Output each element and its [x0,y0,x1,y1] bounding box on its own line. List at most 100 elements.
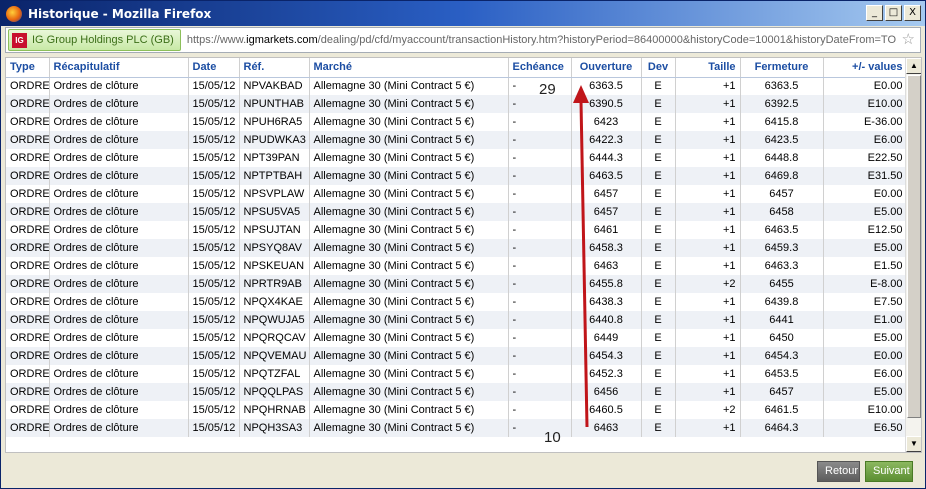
cell-market: Allemagne 30 (Mini Contract 5 €) [309,383,509,401]
cell-date: 15/05/12 [188,113,240,131]
cell-currency: E [641,347,676,365]
cell-market: Allemagne 30 (Mini Contract 5 €) [309,95,509,113]
scroll-down-icon[interactable]: ▼ [906,436,921,452]
header-expiry[interactable]: Echéance [508,58,572,78]
bookmark-star-icon[interactable]: ☆ [902,30,915,48]
cell-pnl: E0.00 [823,77,908,95]
cell-ref: NPQH3SA3 [239,419,310,437]
cell-pnl: E1.50 [823,257,908,275]
cell-pnl: E0.00 [823,347,908,365]
cell-pnl: E7.50 [823,293,908,311]
site-identity-button[interactable]: IG IG Group Holdings PLC (GB) [8,29,181,51]
address-bar[interactable]: IG IG Group Holdings PLC (GB) https://ww… [5,27,921,53]
cell-expiry: - [508,401,572,419]
title-bar: Historique - Mozilla Firefox _ □ X [1,1,925,26]
cell-opening: 6460.5 [571,401,642,419]
header-closing[interactable]: Fermeture [740,58,824,78]
header-summary[interactable]: Récapitulatif [49,58,189,78]
vertical-scrollbar[interactable]: ▲ ▼ [905,58,921,452]
header-ref[interactable]: Réf. [239,58,310,78]
table-row: ORDRE Ordres de clôture 15/05/12 NPQQLPAS Al… [6,383,908,401]
cell-ref: NPSVPLAW [239,185,310,203]
cell-closing: 6464.3 [740,419,824,437]
header-date[interactable]: Date [188,58,240,78]
cell-closing: 6439.8 [740,293,824,311]
firefox-icon [6,5,22,22]
header-market[interactable]: Marché [309,58,509,78]
cell-ref: NPQTZFAL [239,365,310,383]
cell-pnl: E1.00 [823,311,908,329]
cell-type: ORDRE [6,365,50,383]
cell-closing: 6392.5 [740,95,824,113]
cell-closing: 6423.5 [740,131,824,149]
url-text[interactable]: https://www.igmarkets.com/dealing/pd/cfd… [187,34,905,46]
cell-currency: E [641,221,676,239]
cell-expiry: - [508,365,572,383]
url-path: /dealing/pd/cfd/myaccount/transactionHis… [317,34,896,46]
cell-size: +1 [675,95,741,113]
cell-summary: Ordres de clôture [49,77,189,95]
cell-expiry: - [508,347,572,365]
site-name: IG Group Holdings PLC (GB) [32,34,174,46]
table-row: ORDRE Ordres de clôture 15/05/12 NPQRQCAV Al… [6,329,908,347]
cell-type: ORDRE [6,221,50,239]
cell-size: +1 [675,257,741,275]
url-prefix: https://www. [186,34,247,46]
maximize-button[interactable]: □ [885,5,902,21]
scroll-up-icon[interactable]: ▲ [906,58,921,74]
table-row: ORDRE Ordres de clôture 15/05/12 NPSKEUAN Al… [6,257,908,275]
cell-summary: Ordres de clôture [49,113,189,131]
cell-type: ORDRE [6,275,50,293]
cell-currency: E [641,149,676,167]
cell-closing: 6457 [740,383,824,401]
cell-ref: NPSUJTAN [239,221,310,239]
cell-closing: 6458 [740,203,824,221]
cell-currency: E [641,419,676,437]
cell-size: +1 [675,149,741,167]
header-type[interactable]: Type [6,58,50,78]
cell-type: ORDRE [6,383,50,401]
cell-pnl: E5.00 [823,239,908,257]
next-button[interactable]: Suivant [865,461,913,482]
minimize-button[interactable]: _ [866,5,883,21]
cell-summary: Ordres de clôture [49,203,189,221]
header-pnl[interactable]: +/- values [823,58,908,78]
cell-opening: 6452.3 [571,365,642,383]
cell-pnl: E22.50 [823,149,908,167]
scrollbar-thumb[interactable] [907,75,921,418]
cell-pnl: E6.00 [823,365,908,383]
cell-summary: Ordres de clôture [49,347,189,365]
cell-size: +1 [675,311,741,329]
header-currency[interactable]: Dev [641,58,676,78]
cell-opening: 6458.3 [571,239,642,257]
cell-ref: NPVAKBAD [239,77,310,95]
close-button[interactable]: X [904,5,921,21]
cell-closing: 6453.5 [740,365,824,383]
cell-market: Allemagne 30 (Mini Contract 5 €) [309,365,509,383]
cell-ref: NPQRQCAV [239,329,310,347]
back-button[interactable]: Retour [817,461,860,482]
cell-summary: Ordres de clôture [49,131,189,149]
cell-date: 15/05/12 [188,365,240,383]
table-row: ORDRE Ordres de clôture 15/05/12 NPRTR9AB Al… [6,275,908,293]
annotation-bottom-number: 10 [544,429,561,446]
header-size[interactable]: Taille [675,58,741,78]
table-row: ORDRE Ordres de clôture 15/05/12 NPSU5VA5 Al… [6,203,908,221]
browser-window: Historique - Mozilla Firefox _ □ X IG IG… [0,0,926,489]
cell-currency: E [641,185,676,203]
table-row: ORDRE Ordres de clôture 15/05/12 NPQTZFAL Al… [6,365,908,383]
cell-market: Allemagne 30 (Mini Contract 5 €) [309,131,509,149]
cell-market: Allemagne 30 (Mini Contract 5 €) [309,221,509,239]
cell-date: 15/05/12 [188,347,240,365]
cell-size: +1 [675,221,741,239]
cell-pnl: E10.00 [823,95,908,113]
cell-ref: NPQVEMAU [239,347,310,365]
cell-currency: E [641,329,676,347]
cell-expiry: - [508,257,572,275]
header-opening[interactable]: Ouverture [571,58,642,78]
cell-type: ORDRE [6,131,50,149]
cell-market: Allemagne 30 (Mini Contract 5 €) [309,167,509,185]
cell-market: Allemagne 30 (Mini Contract 5 €) [309,275,509,293]
cell-summary: Ordres de clôture [49,401,189,419]
cell-pnl: E12.50 [823,221,908,239]
